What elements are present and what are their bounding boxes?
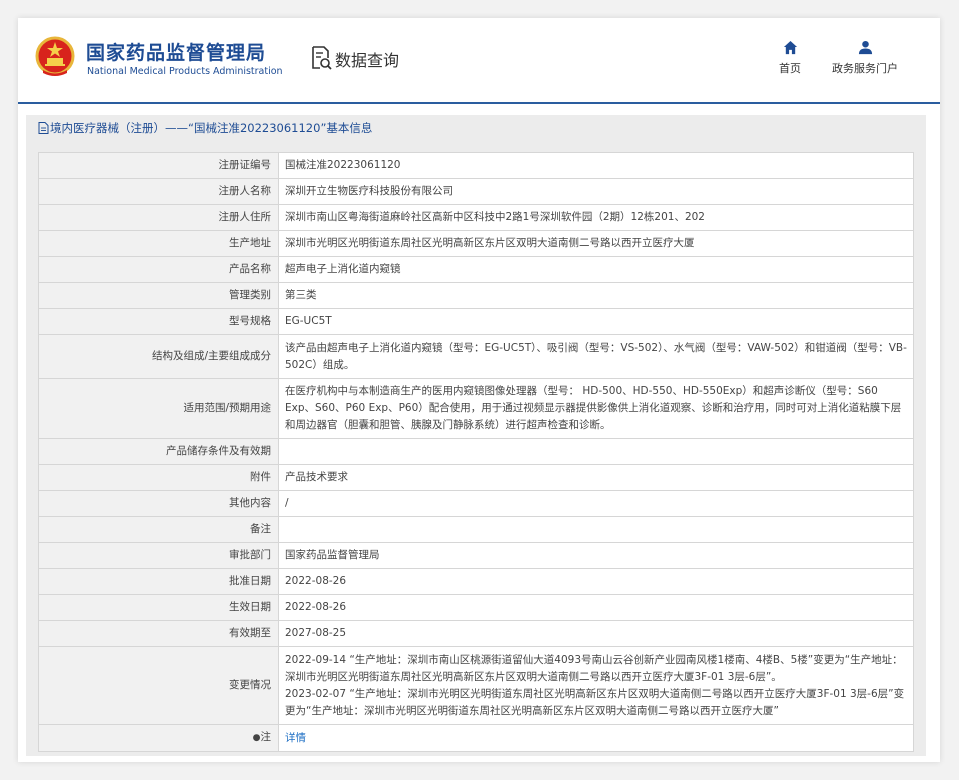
row-value: / <box>278 490 914 517</box>
detail-panel: 境内医疗器械（注册）——“国械注准20223061120”基本信息 注册证编号国… <box>26 115 926 756</box>
row-value <box>278 516 914 543</box>
row-key-note: ●注 <box>38 724 279 752</box>
row-value: 国械注准20223061120 <box>278 152 914 179</box>
nav-gov-service-portal[interactable]: 政务服务门户 <box>830 40 900 76</box>
table-row: 附件 产品技术要求 <box>38 464 914 491</box>
row-key: 型号规格 <box>38 308 279 335</box>
row-value: 超声电子上消化道内窥镜 <box>278 256 914 283</box>
row-value: 深圳市光明区光明街道东周社区光明高新区东片区双明大道南侧二号路以西开立医疗大厦 <box>278 230 914 257</box>
site-logo-cn[interactable]: 国家药品监督管理局 <box>86 38 266 65</box>
site-header: 国家药品监督管理局 National Medical Products Admi… <box>18 18 940 104</box>
row-value: 产品技术要求 <box>278 464 914 491</box>
row-key: 附件 <box>38 464 279 491</box>
table-row: 产品储存条件及有效期 <box>38 438 914 465</box>
row-value-changes: 2022-09-14 “生产地址：深圳市南山区桃源街道留仙大道4093号南山云谷… <box>278 646 914 725</box>
row-value: 2027-08-25 <box>278 620 914 647</box>
row-value: EG-UC5T <box>278 308 914 335</box>
table-row: 其他内容 / <box>38 490 914 517</box>
nav-home-label: 首页 <box>779 62 801 75</box>
row-value: 该产品由超声电子上消化道内窥镜（型号：EG-UC5T）、吸引阀（型号：VS-50… <box>278 334 914 379</box>
table-row: 注册人名称 深圳开立生物医疗科技股份有限公司 <box>38 178 914 205</box>
row-value: 在医疗机构中与本制造商生产的医用内窥镜图像处理器（型号： HD-500、HD-5… <box>278 378 914 439</box>
row-value: 国家药品监督管理局 <box>278 542 914 569</box>
row-value: 第三类 <box>278 282 914 309</box>
row-key: 审批部门 <box>38 542 279 569</box>
table-row: 注册人住所 深圳市南山区粤海街道麻岭社区高新中区科技中2路1号深圳软件园（2期）1… <box>38 204 914 231</box>
row-key: 适用范围/预期用途 <box>38 378 279 439</box>
document-icon <box>38 122 49 134</box>
row-key: 注册证编号 <box>38 152 279 179</box>
national-emblem-icon <box>35 36 75 76</box>
table-row-changes: 变更情况 2022-09-14 “生产地址：深圳市南山区桃源街道留仙大道4093… <box>38 646 914 725</box>
row-key: 生产地址 <box>38 230 279 257</box>
row-key: 其他内容 <box>38 490 279 517</box>
row-key: 生效日期 <box>38 594 279 621</box>
nav-home[interactable]: 首页 <box>770 40 810 76</box>
user-icon <box>858 40 872 55</box>
table-row: 有效期至 2027-08-25 <box>38 620 914 647</box>
table-row: 审批部门 国家药品监督管理局 <box>38 542 914 569</box>
row-key: 有效期至 <box>38 620 279 647</box>
row-key: 批准日期 <box>38 568 279 595</box>
home-icon <box>783 40 797 55</box>
row-key: 结构及组成/主要组成成分 <box>38 334 279 379</box>
data-query-title: 数据查询 <box>335 51 400 70</box>
info-table: 注册证编号 国械注准20223061120 注册人名称 深圳开立生物医疗科技股份有限公… <box>38 152 914 752</box>
change-line: 2023-02-07 “生产地址：深圳市光明区光明街道东周社区光明高新区东片区双… <box>285 687 905 717</box>
change-line: 2022-09-14 “生产地址：深圳市南山区桃源街道留仙大道4093号南山云谷… <box>285 653 903 683</box>
row-value-note: 详情 <box>278 724 914 752</box>
row-key: 变更情况 <box>38 646 279 725</box>
row-key: 产品名称 <box>38 256 279 283</box>
table-row: 备注 <box>38 516 914 543</box>
table-row: 结构及组成/主要组成成分 该产品由超声电子上消化道内窥镜（型号：EG-UC5T）、… <box>38 334 914 379</box>
note-bullet-icon: ● <box>252 733 261 743</box>
table-row: 生产地址 深圳市光明区光明街道东周社区光明高新区东片区双明大道南侧二号路以西开立医… <box>38 230 914 257</box>
site-logo-en[interactable]: National Medical Products Administration <box>87 66 283 77</box>
panel-title-text: 境内医疗器械（注册）——“国械注准20223061120”基本信息 <box>50 121 373 135</box>
row-value: 2022-08-26 <box>278 594 914 621</box>
row-key: 产品储存条件及有效期 <box>38 438 279 465</box>
table-row: 批准日期 2022-08-26 <box>38 568 914 595</box>
row-value: 2022-08-26 <box>278 568 914 595</box>
table-row: 管理类别 第三类 <box>38 282 914 309</box>
table-row: 注册证编号 国械注准20223061120 <box>38 152 914 179</box>
panel-title: 境内医疗器械（注册）——“国械注准20223061120”基本信息 <box>38 120 372 136</box>
table-row: 生效日期 2022-08-26 <box>38 594 914 621</box>
page: 国家药品监督管理局 National Medical Products Admi… <box>18 18 940 762</box>
table-row: 产品名称 超声电子上消化道内窥镜 <box>38 256 914 283</box>
table-row: 型号规格 EG-UC5T <box>38 308 914 335</box>
table-row-note: ●注 详情 <box>38 724 914 752</box>
row-value: 深圳市南山区粤海街道麻岭社区高新中区科技中2路1号深圳软件园（2期）12栋201… <box>278 204 914 231</box>
nav-gov-label: 政务服务门户 <box>832 62 898 75</box>
table-row: 适用范围/预期用途 在医疗机构中与本制造商生产的医用内窥镜图像处理器（型号： HD… <box>38 378 914 439</box>
row-value <box>278 438 914 465</box>
row-value: 深圳开立生物医疗科技股份有限公司 <box>278 178 914 205</box>
note-key-text: 注 <box>260 731 272 743</box>
data-query-icon <box>312 46 332 70</box>
row-key: 注册人名称 <box>38 178 279 205</box>
details-link[interactable]: 详情 <box>285 732 306 744</box>
row-key: 管理类别 <box>38 282 279 309</box>
row-key: 注册人住所 <box>38 204 279 231</box>
row-key: 备注 <box>38 516 279 543</box>
